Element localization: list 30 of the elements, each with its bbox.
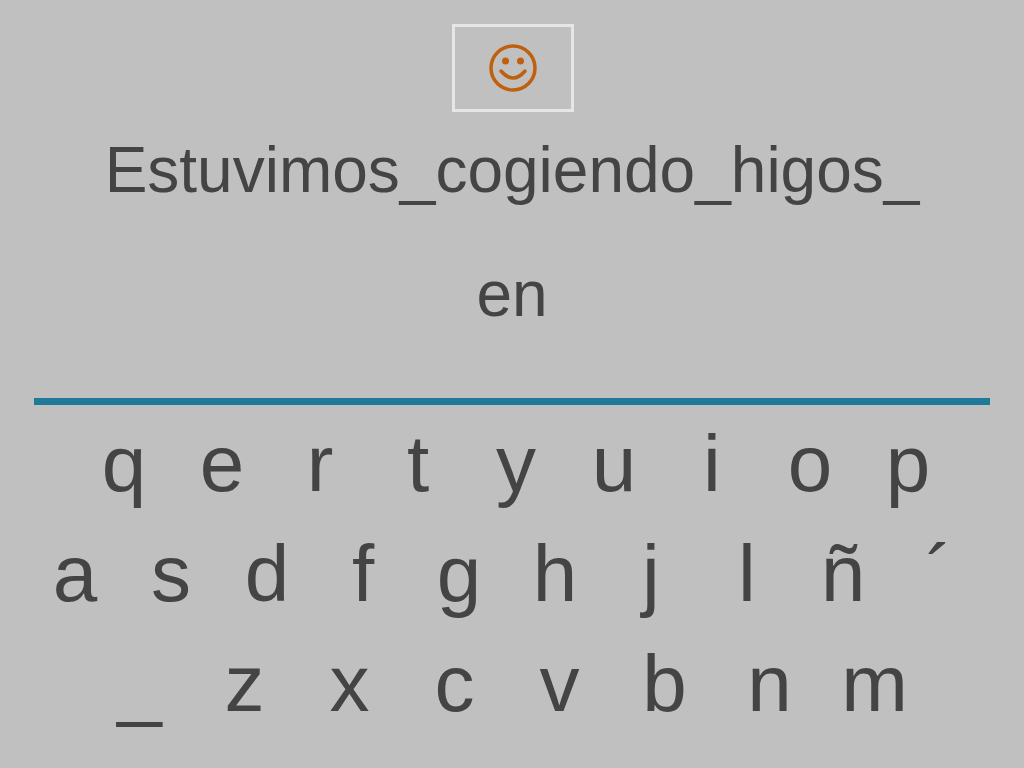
letter-key[interactable]: c [402, 629, 507, 739]
letter-key[interactable]: h [507, 519, 603, 629]
letter-key[interactable]: a [27, 519, 123, 629]
letter-key[interactable]: m [822, 629, 927, 739]
letter-key[interactable]: ´ [891, 519, 987, 629]
letter-key[interactable]: i [663, 409, 761, 519]
letter-key[interactable]: y [467, 409, 565, 519]
letter-key[interactable]: e [173, 409, 271, 519]
letter-key[interactable]: q [75, 409, 173, 519]
letter-key[interactable]: t [369, 409, 467, 519]
letter-key[interactable]: j [603, 519, 699, 629]
letter-key[interactable]: o [761, 409, 859, 519]
letter-key[interactable]: l [699, 519, 795, 629]
letter-key[interactable]: p [859, 409, 957, 519]
sentence-text: Estuvimos_cogiendo_higos_ [104, 133, 920, 208]
letter-key[interactable]: f [315, 519, 411, 629]
letter-key[interactable]: r [271, 409, 369, 519]
letter-key[interactable]: ñ [795, 519, 891, 629]
sentence-text: en [476, 257, 548, 332]
letter-key[interactable]: b [612, 629, 717, 739]
letter-key[interactable]: _ [87, 629, 192, 739]
letter-key[interactable]: s [123, 519, 219, 629]
letter-key[interactable]: g [411, 519, 507, 629]
smiley-icon [487, 43, 538, 93]
letter-key[interactable]: v [507, 629, 612, 739]
letter-key[interactable]: x [297, 629, 402, 739]
letter-key[interactable]: z [192, 629, 297, 739]
letter-key[interactable]: d [219, 519, 315, 629]
letter-key[interactable]: u [565, 409, 663, 519]
letter-key[interactable]: n [717, 629, 822, 739]
